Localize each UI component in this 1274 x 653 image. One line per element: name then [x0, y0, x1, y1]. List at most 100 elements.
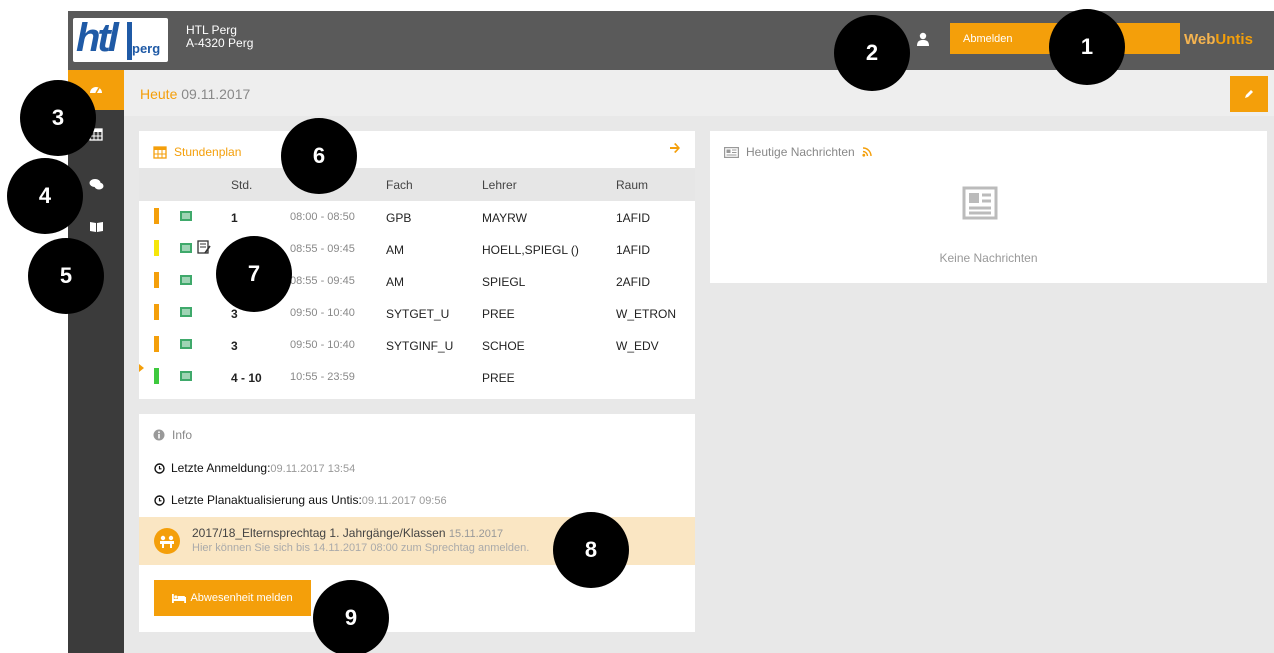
news-title-label: Heutige Nachrichten: [746, 145, 855, 159]
edit-button[interactable]: [1230, 76, 1268, 112]
webuntis-brand: WebUntis: [1184, 31, 1253, 48]
event-description: Hier können Sie sich bis 14.11.2017 08:0…: [192, 542, 530, 554]
lesson-color-bar: [154, 208, 159, 224]
parents-day-icon: [154, 528, 180, 554]
lesson-details-icon[interactable]: [180, 339, 192, 349]
cell-period: 3: [231, 307, 238, 321]
table-row[interactable]: 1 08:00 - 08:50 GPB MAYRW 1AFID: [139, 201, 695, 233]
annotation-badge-9: 9: [313, 580, 389, 653]
school-address: A-4320 Perg: [186, 36, 254, 50]
info-title-label: Info: [172, 428, 193, 442]
school-logo[interactable]: htl perg: [73, 18, 168, 62]
lesson-color-bar: [154, 272, 159, 288]
table-row[interactable]: 3 09:50 - 10:40 SYTGINF_U SCHOE W_EDV: [139, 329, 695, 361]
lesson-details-icon[interactable]: [180, 211, 192, 221]
report-absence-label: Abwesenheit melden: [190, 592, 293, 604]
col-period: Std.: [231, 178, 253, 192]
col-teacher: Lehrer: [482, 178, 517, 192]
cell-subject: AM: [386, 243, 404, 257]
newspaper-icon: [724, 146, 739, 158]
cell-time: 10:55 - 23:59: [290, 371, 355, 383]
rss-icon[interactable]: [862, 147, 872, 157]
timetable-header: Std. Fach Lehrer Raum: [139, 168, 695, 201]
cell-period: 3: [231, 339, 238, 353]
logo-text: htl: [76, 18, 119, 60]
clock-icon: [154, 462, 165, 474]
table-row[interactable]: 4 - 10 10:55 - 23:59 PREE: [139, 361, 695, 393]
user-icon[interactable]: [916, 32, 930, 46]
annotation-badge-3: 3: [20, 80, 96, 156]
cell-teacher: SCHOE: [482, 339, 525, 353]
lesson-color-bar: [154, 240, 159, 256]
brand-untis: Untis: [1215, 31, 1253, 48]
last-update-label: Letzte Planaktualisierung aus Untis:: [171, 493, 362, 507]
page-title: Heute 09.11.2017: [140, 86, 250, 102]
col-subject: Fach: [386, 178, 413, 192]
cell-time: 08:55 - 09:45: [290, 243, 355, 255]
school-info: HTL Perg A-4320 Perg: [186, 24, 253, 50]
dashboard-icon: [90, 87, 102, 94]
cell-teacher: MAYRW: [482, 211, 527, 225]
last-update-value: 09.11.2017 09:56: [361, 495, 447, 507]
lesson-details-icon[interactable]: [180, 275, 192, 285]
sidebar: [68, 70, 124, 653]
calendar-icon: [153, 146, 167, 159]
cell-period: 1: [231, 211, 238, 225]
annotation-badge-4: 4: [7, 158, 83, 234]
current-period-marker: [139, 364, 144, 372]
pencil-icon: [1245, 90, 1253, 98]
cell-time: 08:00 - 08:50: [290, 211, 355, 223]
table-row[interactable]: 3 09:50 - 10:40 SYTGET_U PREE W_ETRON: [139, 297, 695, 329]
cell-subject: AM: [386, 275, 404, 289]
event-title-text: 2017/18_Elternsprechtag 1. Jahrgänge/Kla…: [192, 526, 446, 540]
cell-room: 2AFID: [616, 275, 651, 289]
lesson-details-icon[interactable]: [180, 371, 192, 381]
last-login: Letzte Anmeldung:09.11.2017 13:54: [154, 461, 355, 475]
brand-web: Web: [1184, 31, 1216, 48]
cell-teacher: PREE: [482, 371, 515, 385]
webuntis-page: htl perg HTL Perg A-4320 Perg Abmelden W…: [0, 0, 1274, 653]
lesson-color-bar: [154, 368, 159, 384]
today-label: Heute: [140, 86, 178, 102]
col-room: Raum: [616, 178, 649, 192]
event-date: 15.11.2017: [448, 528, 504, 540]
annotation-badge-6: 6: [281, 118, 357, 194]
info-icon: [153, 429, 165, 441]
cell-time: 08:55 - 09:45: [290, 275, 355, 287]
today-date: 09.11.2017: [181, 86, 251, 102]
last-update: Letzte Planaktualisierung aus Untis:09.1…: [154, 493, 447, 507]
clock-icon: [154, 494, 165, 506]
event-title: 2017/18_Elternsprechtag 1. Jahrgänge/Kla…: [192, 526, 503, 540]
news-card: Heutige Nachrichten Keine Nachrichten: [710, 131, 1267, 283]
book-icon: [89, 221, 103, 232]
logo-subtext: perg: [132, 41, 161, 56]
cell-room: 1AFID: [616, 243, 651, 257]
cell-room: W_EDV: [616, 339, 659, 353]
info-title: Info: [153, 428, 192, 442]
cell-subject: SYTGINF_U: [386, 339, 454, 353]
timetable-title-label: Stundenplan: [174, 145, 242, 159]
newspaper-icon: [962, 186, 998, 220]
cell-teacher: PREE: [482, 307, 515, 321]
report-absence-button[interactable]: Abwesenheit melden: [154, 580, 311, 616]
annotation-badge-8: 8: [553, 512, 629, 588]
news-empty-message: Keine Nachrichten: [939, 251, 1038, 265]
lesson-color-bar: [154, 336, 159, 352]
messages-icon: [89, 178, 103, 189]
timetable-title[interactable]: Stundenplan: [153, 145, 241, 159]
cell-teacher: SPIEGL: [482, 275, 526, 289]
lesson-details-icon[interactable]: [180, 307, 192, 317]
cell-time: 09:50 - 10:40: [290, 307, 355, 319]
cell-subject: SYTGET_U: [386, 307, 450, 321]
cell-room: W_ETRON: [616, 307, 676, 321]
note-icon[interactable]: [197, 240, 211, 255]
bed-icon: [172, 593, 187, 603]
lesson-details-icon[interactable]: [180, 243, 192, 253]
annotation-badge-7: 7: [216, 236, 292, 312]
arrow-right-icon[interactable]: [669, 142, 681, 154]
annotation-badge-1: 1: [1049, 9, 1125, 85]
annotation-badge-2: 2: [834, 15, 910, 91]
last-login-label: Letzte Anmeldung:: [171, 461, 271, 475]
cell-teacher: HOELL,SPIEGL (): [482, 243, 579, 257]
cell-subject: GPB: [386, 211, 412, 225]
